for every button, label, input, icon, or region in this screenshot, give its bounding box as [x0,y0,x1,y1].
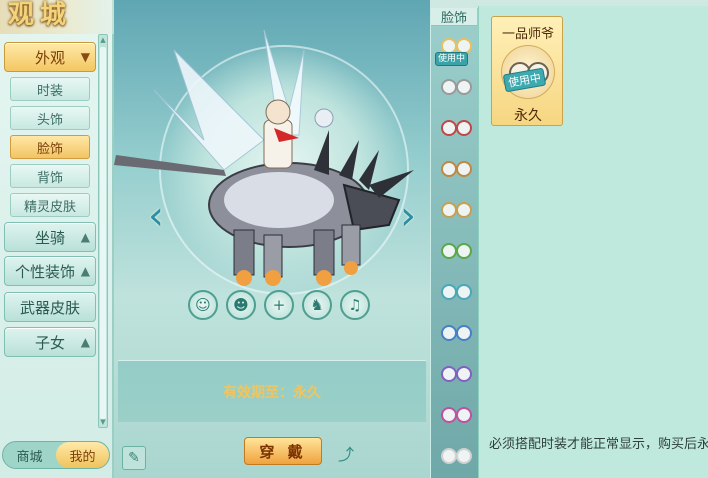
subitem-facewear[interactable]: 脸饰 [10,135,90,159]
glasses-item-1[interactable] [435,73,475,101]
glasses-icon [441,120,472,136]
item-name: 一品师爷 [501,27,554,42]
glasses-item-4[interactable] [435,196,475,224]
item-duration: 永久 [514,108,542,124]
rotate-right-icon[interactable]: › [396,193,420,239]
chevron-down-icon: ▼ [80,50,90,64]
glasses-item-6[interactable] [435,278,475,306]
wear-button[interactable]: 穿 戴 [244,437,322,465]
glasses-item-8[interactable] [435,360,475,388]
character-view-icon[interactable]: ☻ [226,290,256,320]
action-icon[interactable]: ♫ [340,290,370,320]
nav-mount[interactable]: 坐骑 ▲ [4,222,96,252]
add-icon[interactable]: + [264,290,294,320]
subitem-headwear[interactable]: 头饰 [10,106,90,130]
glasses-item-5[interactable] [435,237,475,265]
chevron-up-icon: ▲ [80,230,90,244]
glasses-item-3[interactable] [435,155,475,183]
glasses-icon [441,366,472,382]
item-note: 必须搭配时装才能正常显示，购买后永久持有 [489,437,708,452]
chevron-up-icon: ▲ [80,264,90,278]
item-card[interactable]: 一品师爷 使用中 永久 [491,16,563,126]
nav-appearance[interactable]: 外观 ▼ [4,42,96,72]
mount-icon[interactable]: ♞ [302,290,332,320]
glasses-icon [441,161,472,177]
edit-icon[interactable]: ✎ [122,446,146,470]
tab-mine[interactable]: 我的 [56,442,109,468]
glasses-icon [441,448,472,464]
glasses-item-10[interactable] [435,442,475,470]
mount-character-image [114,29,414,286]
glasses-icon [441,325,472,341]
facewear-icon-strip: 脸饰 使用中 [430,8,478,478]
subitem-spirit-skin[interactable]: 精灵皮肤 [10,193,90,217]
scroll-up-icon[interactable]: ▲ [99,35,107,45]
validity-text: 有效期至：永久 [118,360,426,422]
character-preview: ‹ › ☺ ☻ + ♞ ♫ 有效期至：永久 ✎ 穿 戴 ⤴ [114,0,430,478]
glasses-icon [441,202,472,218]
nav-weapon-skin[interactable]: 武器皮肤 [4,292,96,322]
glasses-icon [441,243,472,259]
glasses-item-2[interactable] [435,114,475,142]
scroll-thumb[interactable] [100,47,106,419]
chevron-up-icon: ▲ [80,335,90,349]
nav-weapon-skin-label: 武器皮肤 [19,298,80,317]
preview-action-bar: ☺ ☻ + ♞ ♫ [188,290,370,320]
nav-appearance-label: 外观 [34,48,65,67]
subitem-backwear[interactable]: 背饰 [10,164,90,188]
strip-header: 脸饰 [431,8,477,26]
glasses-item-9[interactable] [435,401,475,429]
glasses-icon [441,284,472,300]
rotate-left-icon[interactable]: ‹ [144,193,168,239]
scroll-down-icon[interactable]: ▼ [99,417,107,427]
sidebar: 观城 外观 ▼ 时装 头饰 脸饰 背饰 精灵皮肤 坐骑 ▲ 个性装饰 ▲ 武器皮… [0,0,114,478]
nav-children-label: 子女 [34,333,65,352]
nav-children[interactable]: 子女 ▲ [4,327,96,357]
sidebar-scrollbar[interactable]: ▲ ▼ [98,34,108,428]
in-use-badge: 使用中 [435,52,469,66]
share-icon[interactable]: ⤴ [336,443,356,464]
glasses-icon [441,407,472,423]
item-detail-panel: 一品师爷 使用中 永久 必须搭配时装才能正常显示，购买后永久持有 [478,6,708,478]
nav-personal-decor[interactable]: 个性装饰 ▲ [4,256,96,286]
tab-shop[interactable]: 商城 [3,442,56,468]
nav-mount-label: 坐骑 [34,228,65,247]
shop-logo: 观城 [8,0,73,30]
bottom-tab-switch: 商城 我的 [2,441,110,469]
glasses-item-7[interactable] [435,319,475,347]
nav-personal-decor-label: 个性装饰 [14,262,75,281]
glasses-icon [441,79,472,95]
subitem-fashion[interactable]: 时装 [10,77,90,101]
character-pose-icon[interactable]: ☺ [188,290,218,320]
